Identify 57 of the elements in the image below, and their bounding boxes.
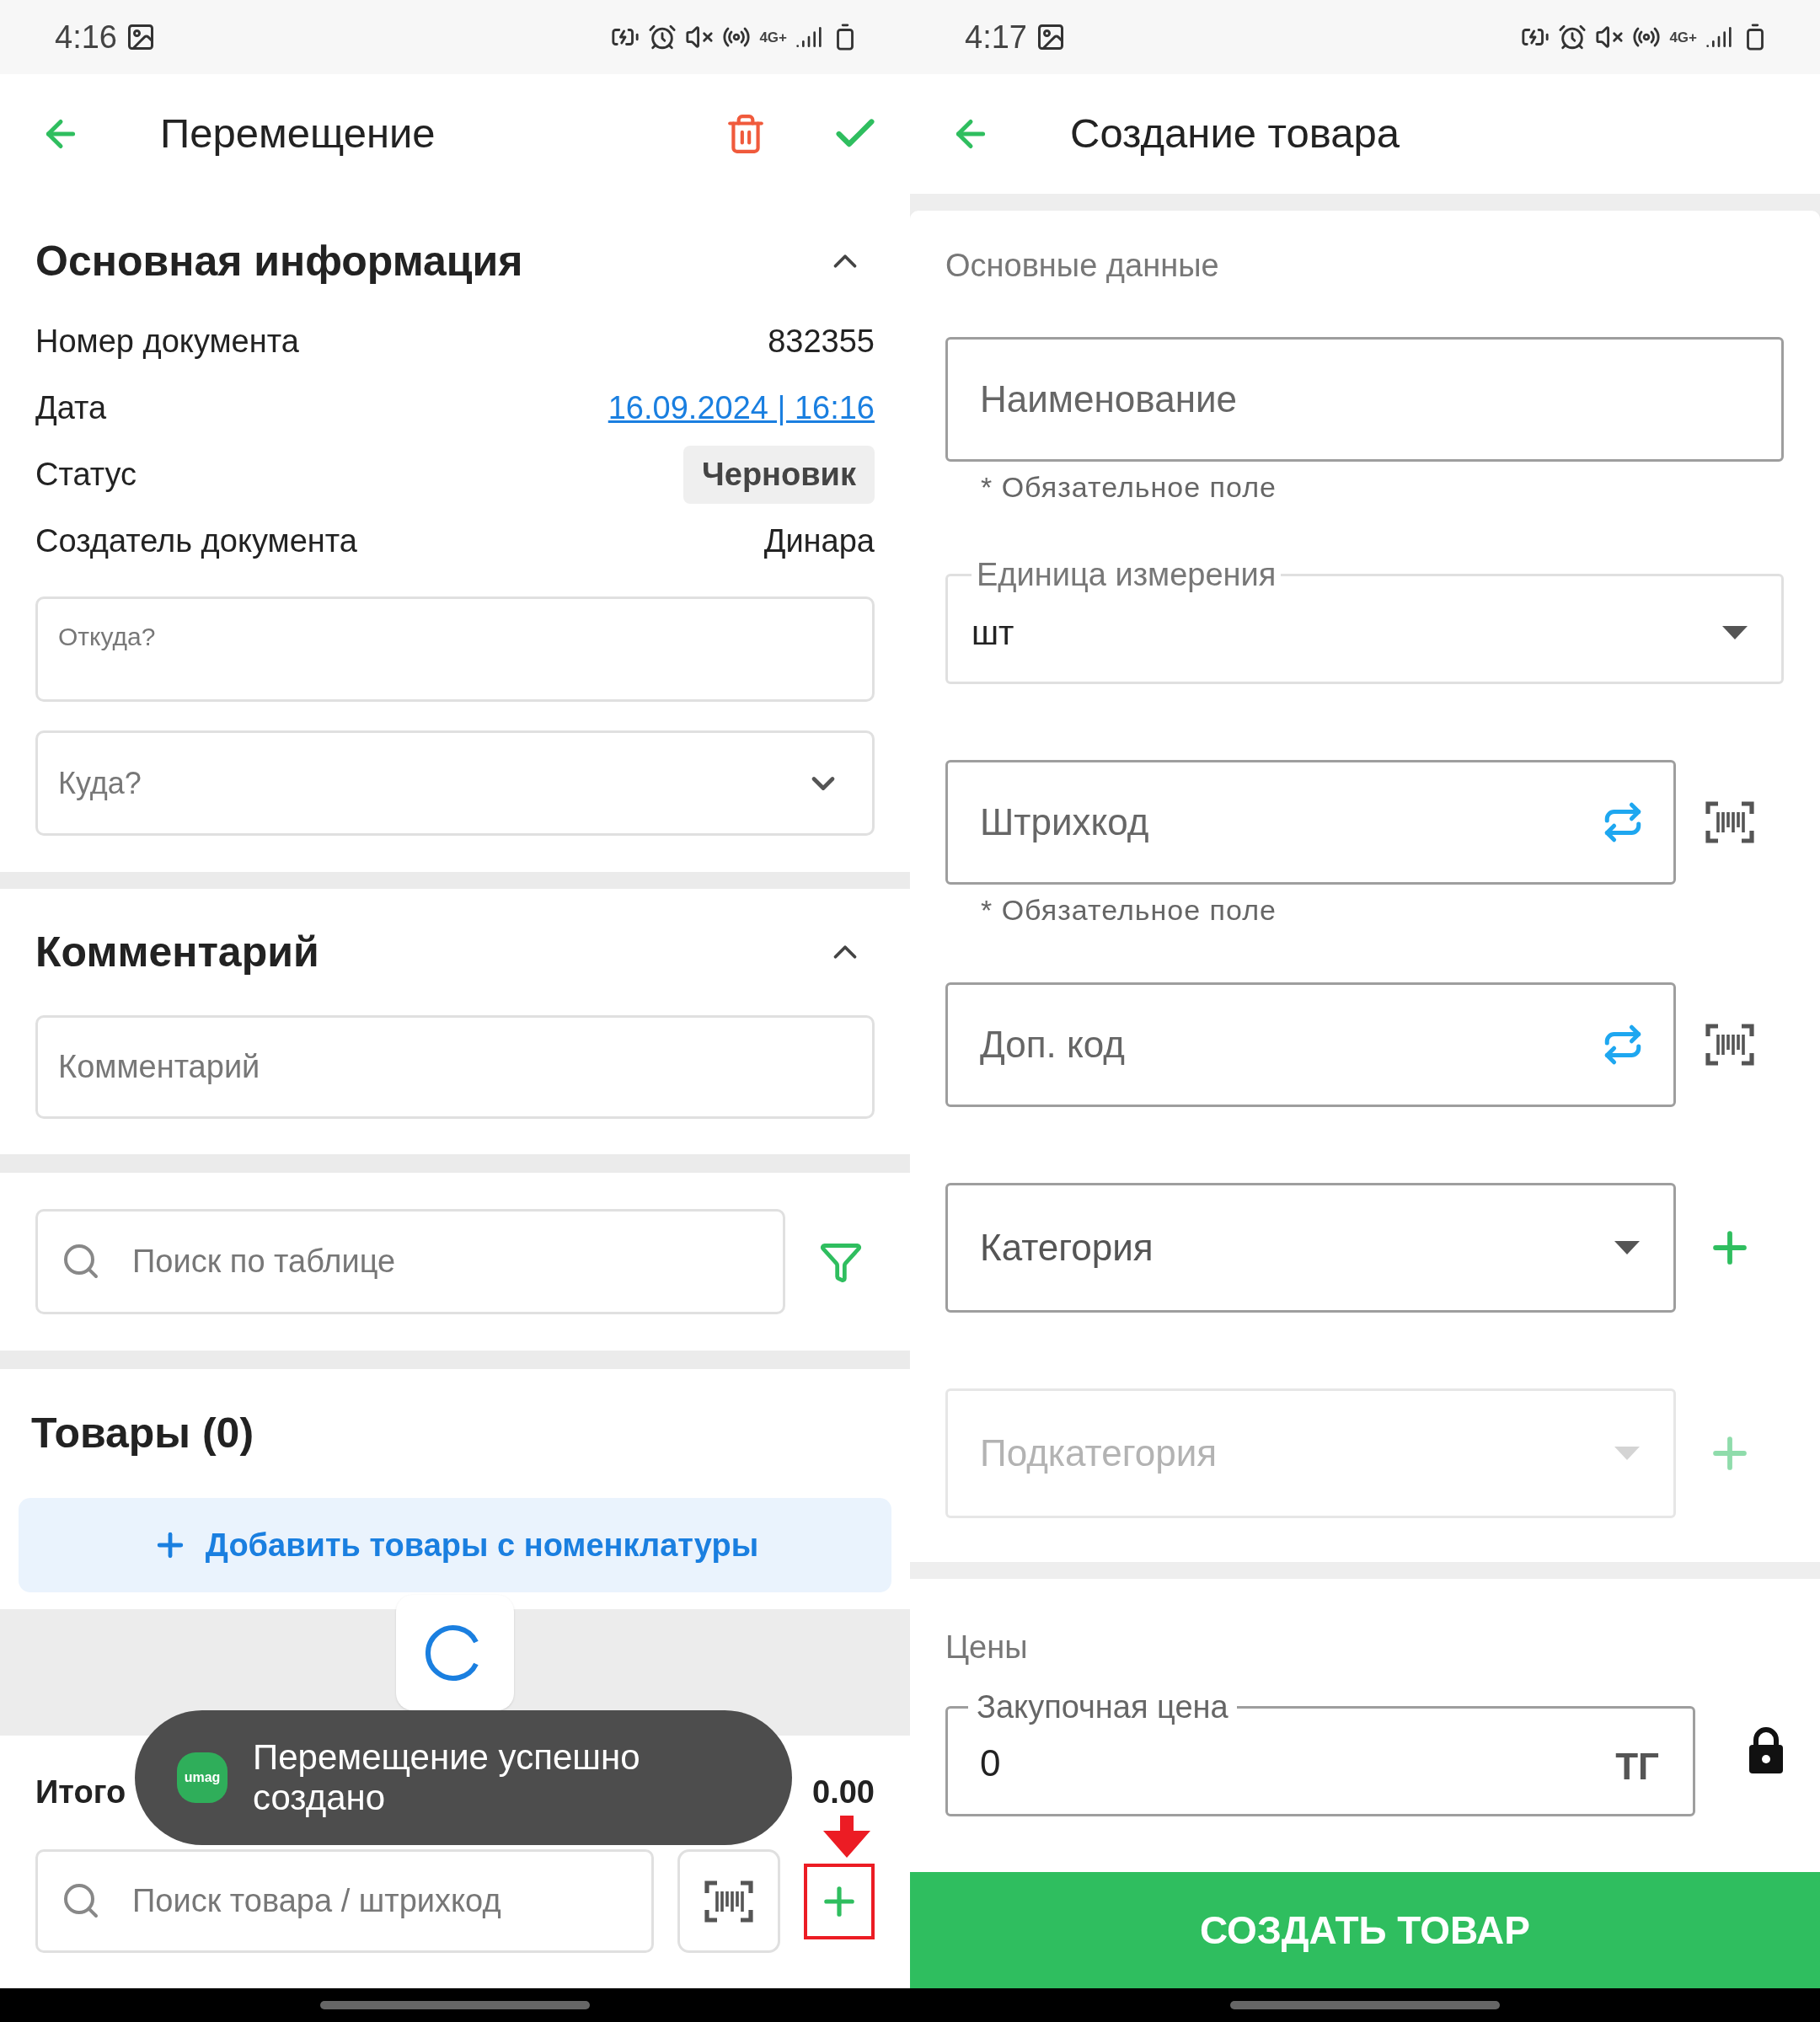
row-label: Статус — [35, 456, 137, 494]
field-label: Единица измерения — [976, 556, 1277, 594]
from-field[interactable]: Откуда? — [35, 596, 875, 702]
dropdown-icon — [1614, 1447, 1640, 1460]
card-title: Цены — [945, 1629, 1028, 1666]
dropdown-icon — [1722, 626, 1748, 639]
row-label: Дата — [35, 389, 107, 427]
products-title: Товары (0) — [31, 1409, 254, 1458]
section-title: Основная информация — [35, 236, 523, 286]
category-select[interactable]: Категория — [945, 1183, 1676, 1313]
pointer-arrow — [822, 1816, 872, 1858]
row-value: Динара — [763, 522, 875, 560]
field-label: Откуда? — [58, 622, 156, 652]
network-type: 4G+ — [759, 29, 787, 45]
currency-suffix: ТГ — [1615, 1745, 1659, 1789]
add-products-button[interactable]: Добавить товары с номенклатуры — [19, 1498, 891, 1592]
create-product-button[interactable]: СОЗДАТЬ ТОВАР — [910, 1872, 1820, 1988]
toast-text: Перемещение успешно создано — [253, 1736, 641, 1819]
field-value: 0 — [980, 1741, 1001, 1785]
code-field[interactable]: Штрихкод — [945, 760, 1676, 885]
date-link[interactable]: 16.09.2024 | 16:16 — [608, 384, 875, 432]
table-search-field[interactable]: Поиск по таблице — [35, 1209, 785, 1314]
select-placeholder: Категория — [980, 1226, 1154, 1270]
add-button[interactable] — [804, 1863, 875, 1939]
required-hint: * Обязательное поле — [981, 892, 1277, 928]
name-field[interactable]: Наименование — [945, 337, 1784, 462]
select-placeholder: Куда? — [58, 764, 142, 802]
lock-icon[interactable] — [1748, 1726, 1785, 1773]
dropdown-icon — [1614, 1241, 1640, 1254]
product-search-field[interactable]: Поиск товара / штрихкод — [35, 1849, 654, 1953]
alarm-icon — [1558, 23, 1587, 51]
comment-field[interactable]: Комментарий — [35, 1015, 875, 1119]
scan-barcode-icon — [1705, 800, 1755, 844]
status-chip: Черновик — [683, 446, 875, 504]
row-label: Создатель документа — [35, 522, 357, 560]
scan-button[interactable] — [677, 1849, 780, 1953]
screen-title: Создание товара — [1070, 110, 1400, 158]
select-placeholder: Подкатегория — [980, 1431, 1218, 1475]
total-label: Итого — [35, 1773, 126, 1811]
code-field[interactable]: Доп. код — [945, 982, 1676, 1107]
field-value: шт — [972, 613, 1014, 653]
network-type: 4G+ — [1669, 29, 1697, 45]
barcode-icon — [704, 1879, 754, 1923]
app-logo: umag — [177, 1752, 228, 1803]
row-value: 832355 — [768, 323, 875, 361]
row-label: Номер документа — [35, 323, 299, 361]
section-title: Комментарий — [35, 927, 319, 977]
total-value: 0.00 — [812, 1773, 875, 1811]
clock-time: 4:17 — [965, 18, 1027, 56]
card-title: Основные данные — [945, 246, 1219, 285]
required-hint: * Обязательное поле — [981, 469, 1277, 505]
alarm-icon — [648, 23, 677, 51]
to-select[interactable]: Куда? — [35, 730, 875, 836]
screen-title: Перемещение — [160, 110, 436, 158]
clock-time: 4:16 — [55, 18, 117, 56]
scan-barcode-icon — [1705, 1023, 1755, 1067]
field-label: Закупочная цена — [976, 1688, 1229, 1726]
